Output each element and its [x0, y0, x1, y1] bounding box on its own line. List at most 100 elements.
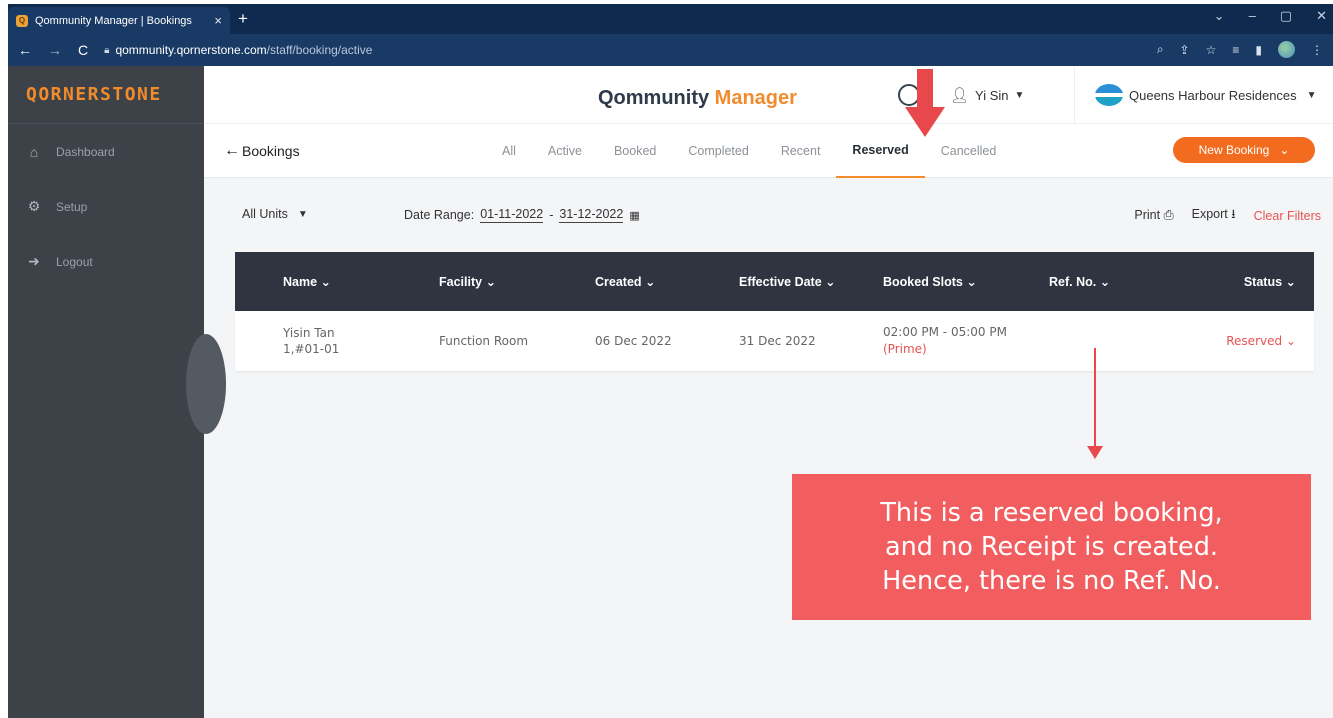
tab-completed[interactable]: Completed [672, 124, 764, 178]
col-label: Effective Date [739, 275, 822, 289]
reading-list-icon[interactable]: ≡ [1232, 43, 1239, 57]
annotation-arrow-icon [905, 69, 945, 137]
chevron-down-icon: ⌄ [1285, 275, 1296, 289]
callout-line: This is a reserved booking, [880, 498, 1223, 528]
tab-active[interactable]: Active [532, 124, 598, 178]
callout-line: and no Receipt is created. [884, 532, 1218, 562]
sidebar-item-label: Setup [56, 199, 88, 214]
col-created[interactable]: Created ⌄ [595, 274, 739, 289]
col-label: Status [1243, 275, 1283, 289]
chevron-down-icon: ⌄ [825, 275, 836, 289]
sidebar-collapse-handle[interactable] [186, 334, 226, 434]
tab-all[interactable]: All [486, 124, 532, 178]
status-dropdown[interactable]: Reserved ⌄ [1189, 334, 1314, 348]
minimize-icon[interactable]: – [1249, 8, 1256, 24]
col-effective-date[interactable]: Effective Date ⌄ [739, 274, 883, 289]
table-row[interactable]: Yisin Tan 1,#01-01 Function Room 06 Dec … [235, 311, 1314, 371]
side-panel-icon[interactable]: ▮ [1255, 43, 1262, 57]
export-label: Export [1191, 207, 1228, 221]
tab-recent[interactable]: Recent [765, 124, 837, 178]
col-booked-slots[interactable]: Booked Slots ⌄ [883, 274, 1049, 289]
clear-filters-link[interactable]: Clear Filters [1254, 209, 1321, 223]
close-tab-icon[interactable]: × [214, 13, 222, 28]
org-selector[interactable]: Queens Harbour Residences ▼ [1074, 66, 1333, 124]
date-range-label: Date Range: [404, 208, 475, 222]
app-window: Q Qommunity Manager | Bookings × + ⌄ – ▢… [8, 4, 1333, 718]
date-to-field[interactable]: 31-12-2022 [559, 207, 624, 223]
col-name[interactable]: Name ⌄ [235, 274, 439, 289]
user-name: Yi Sin [975, 87, 1009, 103]
bookmark-star-icon[interactable]: ☆ [1206, 43, 1217, 57]
print-label: Print [1134, 208, 1161, 222]
tab-booked[interactable]: Booked [598, 124, 672, 178]
table-header: Name ⌄ Facility ⌄ Created ⌄ Effective Da… [235, 252, 1314, 311]
booking-subnav: ← Bookings All Active Booked Completed R… [204, 124, 1333, 178]
chevron-down-icon: ⌄ [320, 275, 332, 289]
export-button[interactable]: Export ⭳ [1192, 205, 1236, 226]
logout-icon: ➜ [28, 253, 40, 269]
forward-nav-icon[interactable]: → [48, 42, 62, 58]
favicon-icon: Q [16, 14, 28, 27]
bookings-table: Name ⌄ Facility ⌄ Created ⌄ Effective Da… [235, 252, 1314, 371]
user-icon: 👤︎ [950, 87, 970, 104]
filter-bar: All Units ▼ Date Range: 01-11-2022 - 31-… [204, 179, 1333, 249]
title-main: Qommunity [598, 87, 715, 109]
org-logo-icon [1095, 84, 1123, 106]
maximize-icon[interactable]: ▢ [1280, 8, 1292, 24]
chevron-down-icon: ⌄ [1279, 143, 1290, 157]
close-window-icon[interactable]: ✕ [1316, 8, 1327, 24]
date-from-field[interactable]: 01-11-2022 [480, 207, 544, 223]
cell-facility: Function Room [439, 334, 529, 348]
brand-logo[interactable]: QORNERSTONE [8, 66, 204, 124]
reload-icon[interactable]: C [78, 42, 88, 58]
col-facility[interactable]: Facility ⌄ [439, 274, 595, 289]
profile-avatar-icon[interactable] [1278, 41, 1295, 58]
browser-tab-title: Qommunity Manager | Bookings [35, 14, 192, 27]
slot-time: 02:00 PM - 05:00 PM [883, 325, 1007, 339]
sidebar-item-logout[interactable]: ➜ Logout [8, 234, 204, 289]
units-label: All Units [242, 207, 288, 221]
units-dropdown[interactable]: All Units ▼ [242, 207, 308, 221]
annotation-arrowhead-icon [1087, 446, 1103, 459]
window-controls: ⌄ – ▢ ✕ [1214, 8, 1327, 24]
cell-booked-slots: 02:00 PM - 05:00 PM (Prime) [883, 324, 1049, 358]
browser-tab[interactable]: Q Qommunity Manager | Bookings × [8, 7, 230, 34]
browser-tab-bar: Q Qommunity Manager | Bookings × + ⌄ – ▢… [8, 4, 1333, 34]
share-icon[interactable]: ⇪ [1180, 43, 1190, 57]
printer-icon: ⎙ [1163, 208, 1174, 222]
url-path: /staff/booking/active [266, 43, 373, 57]
back-label: Bookings [242, 143, 300, 159]
page-title: Qommunity Manager [598, 87, 797, 110]
sidebar-item-dashboard[interactable]: ⌂ Dashboard [8, 124, 204, 179]
url-field[interactable]: qommunity.qornerstone.com/staff/booking/… [115, 43, 372, 57]
sidebar-item-label: Logout [56, 254, 93, 269]
chevron-down-icon: ⌄ [1099, 275, 1111, 289]
back-nav-icon[interactable]: ← [18, 42, 32, 58]
user-menu[interactable]: 👤︎ Yi Sin ▼ [950, 86, 1024, 104]
col-label: Facility [439, 275, 483, 289]
col-status[interactable]: Status ⌄ [1189, 274, 1314, 289]
sidebar-item-setup[interactable]: ⚙ Setup [8, 179, 204, 234]
print-button[interactable]: Print ⎙ [1134, 208, 1173, 223]
calendar-icon[interactable]: ▦ [629, 209, 639, 222]
sidebar-item-label: Dashboard [56, 144, 115, 159]
top-header: Qommunity Manager 👤︎ Yi Sin ▼ Queens Har… [204, 66, 1333, 124]
chevron-down-icon: ⌄ [966, 275, 977, 289]
zoom-icon[interactable]: ⌕ [1157, 42, 1164, 57]
date-separator: - [549, 208, 554, 222]
tab-search-icon[interactable]: ⌄ [1214, 8, 1225, 24]
new-booking-label: New Booking [1198, 143, 1270, 157]
chevron-down-icon: ⌄ [485, 275, 497, 289]
callout-line: Hence, there is no Ref. No. [882, 566, 1221, 596]
col-label: Ref. No. [1049, 275, 1097, 289]
new-booking-button[interactable]: New Booking ⌄ [1173, 137, 1315, 163]
col-label: Booked Slots [883, 275, 963, 289]
cell-name: Yisin Tan 1,#01-01 [235, 325, 439, 357]
col-ref-no[interactable]: Ref. No. ⌄ [1049, 274, 1189, 289]
back-to-bookings[interactable]: ← Bookings [224, 142, 300, 160]
new-tab-icon[interactable]: + [238, 9, 248, 29]
col-label: Name [283, 275, 318, 289]
date-range-filter: Date Range: 01-11-2022 - 31-12-2022 ▦ [404, 207, 640, 223]
booker-unit: 1,#01-01 [283, 342, 340, 356]
menu-kebab-icon[interactable]: ⋮ [1311, 43, 1323, 57]
